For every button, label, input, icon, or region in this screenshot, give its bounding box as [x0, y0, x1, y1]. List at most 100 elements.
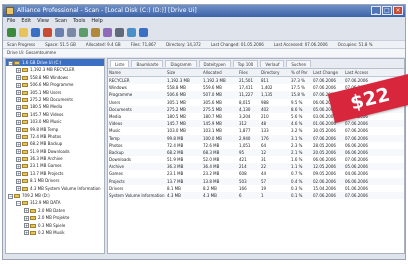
options-icon[interactable]	[127, 28, 136, 37]
expand-icon[interactable]: +	[16, 127, 21, 133]
refresh-icon[interactable]	[31, 28, 40, 37]
tab-baumkarte[interactable]: Baumkarte	[131, 60, 164, 67]
collapse-icon[interactable]: −	[8, 60, 13, 66]
expand-icon[interactable]: +	[24, 215, 29, 221]
expand-icon[interactable]: +	[16, 67, 21, 73]
tab-suchen[interactable]: Suchen	[286, 60, 312, 67]
table-row[interactable]: RECYCLER 1,192.3 MB 1,192.3 MB 21,501 811 37.…	[108, 77, 404, 85]
tree-item[interactable]: +72.4 MB Photos	[6, 133, 104, 140]
table-row[interactable]: Backup 68.2 MB 68.3 MB 95 12 2.1 % 20.05.2006 0…	[108, 148, 404, 157]
tab-liste[interactable]: Liste	[110, 60, 130, 67]
menu-edit[interactable]: Edit	[21, 17, 31, 26]
expand-icon[interactable]: +	[24, 223, 29, 229]
tree-item[interactable]: +0.3 MB Spiele	[6, 222, 104, 229]
folder-icon	[22, 186, 28, 191]
title-bar[interactable]: Alliance Professional - Scan - [Local Di…	[3, 5, 405, 17]
tree-item[interactable]: +275.2 MB Documents	[6, 96, 104, 103]
menu-scan[interactable]: Scan	[55, 17, 67, 26]
expand-icon[interactable]: +	[16, 119, 21, 125]
export-icon[interactable]	[103, 28, 112, 37]
column-header-files[interactable]: Files	[238, 69, 260, 76]
folder-open-icon[interactable]	[19, 28, 28, 37]
table-row[interactable]: Music 103.0 MB 103.1 MB 1,877 133 3.2 % 30.05.…	[108, 127, 404, 134]
menu-help[interactable]: Help	[91, 17, 102, 26]
tab-verlauf[interactable]: Verlauf	[260, 60, 285, 67]
close-button[interactable]: ×	[393, 6, 403, 15]
column-header--of-par[interactable]: % of Par	[290, 69, 312, 76]
table-row[interactable]: Videos 145.7 MB 145.9 MB 312 48 4.6 % 01.06.20…	[108, 120, 404, 128]
stop-icon[interactable]	[43, 28, 52, 37]
tree-item[interactable]: +99.8 MB Temp	[6, 126, 104, 133]
tree-item[interactable]: +2.0 MB Daten	[6, 207, 104, 214]
print-icon[interactable]	[115, 28, 124, 37]
column-header-size[interactable]: Size	[166, 69, 202, 76]
scan-icon[interactable]	[7, 28, 16, 37]
menu-tools[interactable]: Tools	[73, 17, 85, 26]
tree-item[interactable]: +305.1 MB Users	[6, 89, 104, 96]
expand-icon[interactable]: +	[16, 134, 21, 140]
expand-icon[interactable]: +	[16, 149, 21, 155]
table-row[interactable]: Photos 72.4 MB 72.6 MB 1,051 64 2.3 % 28.05.20…	[108, 142, 404, 149]
tree-item[interactable]: +180.5 MB Media	[6, 103, 104, 110]
expand-icon[interactable]: +	[16, 163, 21, 169]
filter-icon[interactable]	[91, 28, 100, 37]
tree-item[interactable]: +13.7 MB Projects	[6, 170, 104, 177]
tab-diagramm[interactable]: Diagramm	[165, 60, 197, 67]
expand-icon[interactable]: +	[16, 171, 21, 177]
help-icon[interactable]	[139, 28, 148, 37]
tree-item[interactable]: − 312.9 MB DATA	[6, 199, 104, 206]
tree-item[interactable]: +36.3 MB Archive	[6, 155, 104, 162]
expand-icon[interactable]: +	[24, 208, 29, 214]
expand-icon[interactable]: +	[24, 230, 29, 236]
expand-icon[interactable]: +	[16, 75, 21, 81]
table-row[interactable]: Downloads 51.9 MB 52.0 MB 421 31 1.6 % 06.06.2…	[108, 156, 404, 163]
collapse-icon[interactable]: −	[8, 193, 13, 199]
menu-file[interactable]: File	[7, 17, 15, 26]
expand-icon[interactable]: +	[16, 156, 21, 162]
table-cell: 06.06.2006	[345, 142, 368, 148]
expand-icon[interactable]: +	[16, 97, 21, 103]
tree-item[interactable]: +103.0 MB Music	[6, 118, 104, 125]
tree-item[interactable]: − 709.2 MB (D:)	[6, 192, 104, 199]
collapse-icon[interactable]: −	[16, 200, 21, 206]
tree-item[interactable]: +1,192.3 MB RECYCLER	[6, 66, 104, 73]
expand-icon[interactable]: +	[16, 178, 21, 184]
expand-icon[interactable]: +	[16, 186, 21, 192]
tree-item[interactable]: +51.9 MB Downloads	[6, 148, 104, 155]
maximize-button[interactable]: □	[382, 6, 392, 15]
tree-item[interactable]: − 1.6 GB Drive Ui (C:)	[6, 59, 104, 67]
table-row[interactable]: Archive 36.3 MB 36.4 MB 214 22 1.1 % 12.05.200…	[108, 163, 404, 171]
tree-item[interactable]: +506.6 MB Programme	[6, 81, 104, 88]
column-header-name[interactable]: Name	[108, 69, 166, 76]
tab-top-100[interactable]: Top 100	[232, 60, 259, 67]
list-icon[interactable]	[67, 28, 76, 37]
menu-view[interactable]: View	[37, 17, 49, 26]
chart-icon[interactable]	[55, 28, 64, 37]
expand-icon[interactable]: +	[16, 141, 21, 147]
tree-item[interactable]: +558.8 MB Windows	[6, 74, 104, 81]
column-header-last-access[interactable]: Last Access	[344, 69, 376, 76]
tree-item[interactable]: +23.1 MB Games	[6, 162, 104, 169]
tab-dateitypen[interactable]: Dateitypen	[198, 60, 231, 67]
tree-item[interactable]: +8.1 MB Drivers	[6, 177, 104, 184]
table-row[interactable]: Temp 99.8 MB 100.0 MB 2,940 176 3.1 % 07.06.20…	[108, 134, 404, 142]
column-header-directory[interactable]: Directory	[260, 69, 290, 76]
table-row[interactable]: System Volume Information 4.3 MB 4.3 MB 6 1 0…	[108, 192, 404, 200]
expand-icon[interactable]: +	[16, 90, 21, 96]
folder-tree[interactable]: −1.6 GB Drive Ui (C:) +1,192.3 MB RECYCLE…	[5, 58, 105, 254]
table-row[interactable]: Games 23.1 MB 23.2 MB 608 44 0.7 % 09.05.2006 0…	[108, 170, 404, 177]
table-row[interactable]: Drivers 8.1 MB 8.2 MB 166 19 0.3 % 15.04.2006 0…	[108, 185, 404, 192]
column-header-last-change[interactable]: Last Change	[312, 69, 344, 76]
column-header-allocated[interactable]: Allocated	[202, 69, 238, 76]
tree-item[interactable]: +68.2 MB Backup	[6, 140, 104, 147]
minimize-button[interactable]: _	[371, 6, 381, 15]
expand-icon[interactable]: +	[16, 112, 21, 118]
table-row[interactable]: Projects 13.7 MB 13.8 MB 503 57 0.4 % 02.06.20…	[108, 177, 404, 185]
tree-item[interactable]: +145.7 MB Videos	[6, 111, 104, 118]
tree-icon[interactable]	[79, 28, 88, 37]
expand-icon[interactable]: +	[16, 104, 21, 110]
expand-icon[interactable]: +	[16, 82, 21, 88]
tree-item[interactable]: +2.0 MB Projekte	[6, 214, 104, 221]
tree-item[interactable]: +0.2 MB Musik	[6, 229, 104, 236]
tree-item[interactable]: +4.3 MB System Volume Information	[6, 185, 104, 192]
